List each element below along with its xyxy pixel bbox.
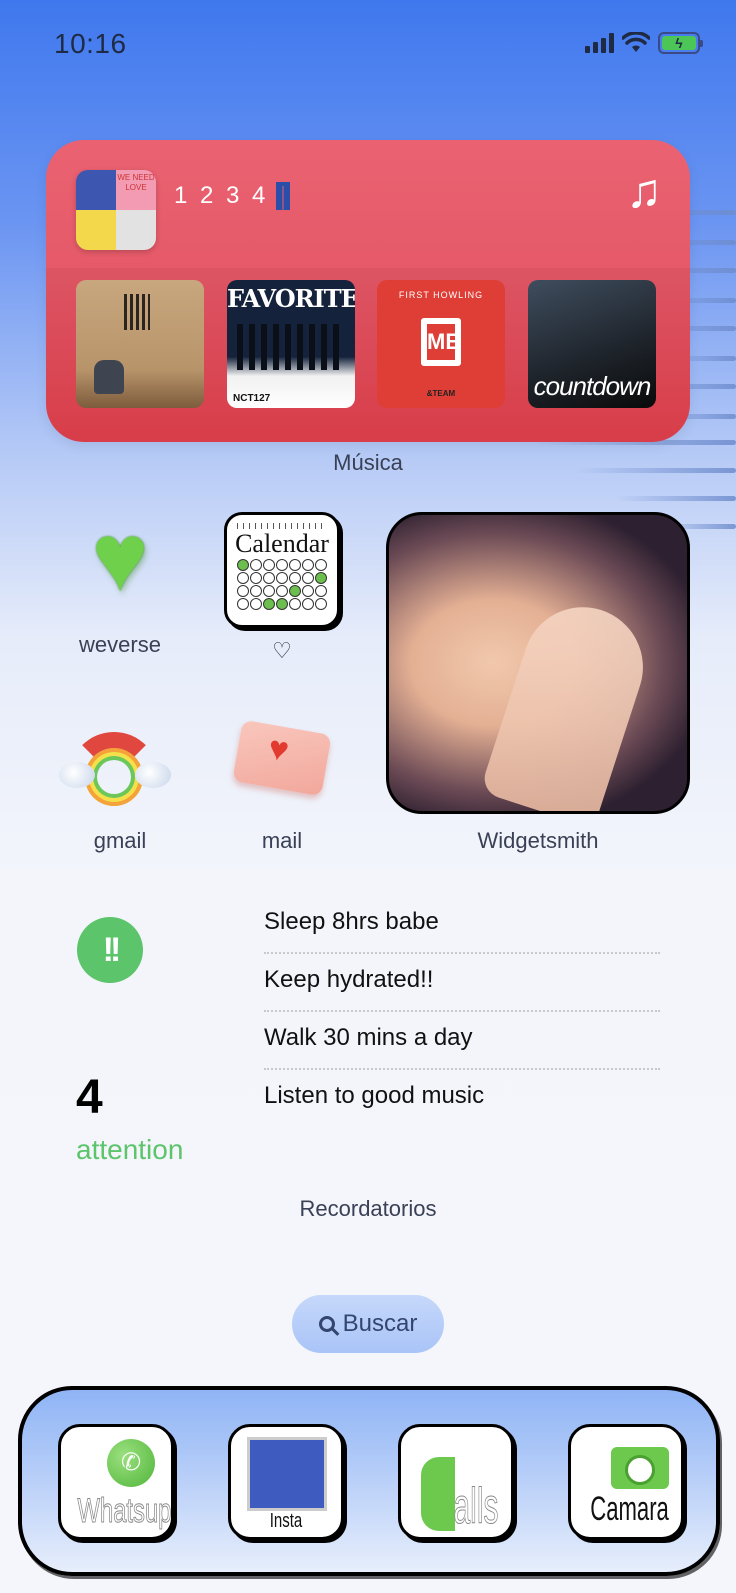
app-icon[interactable]: ♥ bbox=[62, 500, 178, 616]
whatsapp-icon: ✆ bbox=[107, 1439, 155, 1487]
app-gmail[interactable]: gmail bbox=[56, 700, 172, 853]
status-icons: ϟ bbox=[585, 32, 703, 54]
status-bar: 10:16 ϟ bbox=[0, 0, 736, 90]
album-cover[interactable]: countdown bbox=[528, 280, 656, 408]
app-weverse[interactable]: ♥ weverse bbox=[62, 500, 178, 658]
music-widget[interactable]: WE NEED LOVE 1 2 3 4 ♫ FAVORITE NCT127 F… bbox=[46, 140, 690, 442]
reminder-alert-icon: !! bbox=[77, 917, 143, 983]
app-mail[interactable]: ♥ mail bbox=[224, 700, 340, 853]
clock: 10:16 bbox=[54, 28, 127, 59]
search-icon bbox=[318, 1316, 335, 1332]
playlist-title: 1 2 3 4 bbox=[174, 182, 291, 210]
widgetsmith-photo-widget[interactable] bbox=[386, 512, 690, 814]
dock-app-label: Insta bbox=[269, 1510, 303, 1532]
recent-albums: FAVORITE NCT127 FIRST HOWLING ME &TEAM c… bbox=[46, 268, 690, 442]
battery-charging-icon: ϟ bbox=[658, 32, 703, 54]
search-button[interactable]: Buscar bbox=[292, 1295, 444, 1353]
music-note-icon: ♫ bbox=[626, 165, 662, 218]
playlist-artwork[interactable]: WE NEED LOVE bbox=[76, 170, 156, 250]
app-calendar[interactable]: Calendar ♡ bbox=[224, 512, 340, 663]
dock: ✆ Whatsup Insta alls Camara bbox=[18, 1386, 720, 1576]
dock-app-label: alls bbox=[453, 1478, 499, 1535]
reminder-status: attention bbox=[76, 1134, 184, 1165]
dock-app-label: Camara bbox=[590, 1490, 669, 1528]
album-cover[interactable] bbox=[76, 280, 204, 408]
dock-app-calls[interactable]: alls bbox=[398, 1424, 514, 1540]
battery-level: ϟ bbox=[662, 35, 696, 51]
dock-app-camara[interactable]: Camara bbox=[568, 1424, 684, 1540]
dock-app-label: Whatsup bbox=[77, 1492, 172, 1531]
reminder-item[interactable]: Keep hydrated!! bbox=[264, 954, 660, 1012]
album-cover[interactable]: FIRST HOWLING ME &TEAM bbox=[377, 280, 505, 408]
app-label: gmail bbox=[93, 828, 147, 853]
cellular-signal-icon bbox=[585, 33, 614, 53]
green-heart-icon: ♥ bbox=[91, 504, 149, 611]
music-widget-label: Música bbox=[333, 450, 403, 475]
rainbow-icon[interactable] bbox=[56, 700, 172, 816]
reminder-list: Sleep 8hrs babe Keep hydrated!! Walk 30 … bbox=[264, 896, 660, 1128]
widgetsmith-label: Widgetsmith bbox=[477, 828, 599, 853]
album-cover[interactable]: FAVORITE NCT127 bbox=[227, 280, 355, 408]
app-label: mail bbox=[261, 828, 303, 853]
reminder-item[interactable]: Listen to good music bbox=[264, 1070, 660, 1128]
reminder-count: 4 bbox=[76, 1071, 103, 1124]
reminders-widget-label: Recordatorios bbox=[299, 1196, 437, 1221]
love-letter-icon[interactable]: ♥ bbox=[224, 700, 340, 816]
reminder-item[interactable]: Walk 30 mins a day bbox=[264, 1012, 660, 1070]
jeans-icon bbox=[276, 182, 291, 210]
dock-app-whatsup[interactable]: ✆ Whatsup bbox=[58, 1424, 174, 1540]
search-label: Buscar bbox=[342, 1310, 418, 1337]
app-label: ♡ bbox=[272, 638, 292, 663]
reminder-item[interactable]: Sleep 8hrs babe bbox=[264, 896, 660, 954]
photo-frame-icon bbox=[247, 1437, 327, 1511]
dock-app-insta[interactable]: Insta bbox=[228, 1424, 344, 1540]
calendar-icon[interactable]: Calendar bbox=[224, 512, 340, 628]
app-label: weverse bbox=[79, 632, 161, 657]
wifi-icon bbox=[622, 32, 650, 52]
now-playing-header[interactable]: WE NEED LOVE 1 2 3 4 ♫ bbox=[46, 140, 690, 268]
